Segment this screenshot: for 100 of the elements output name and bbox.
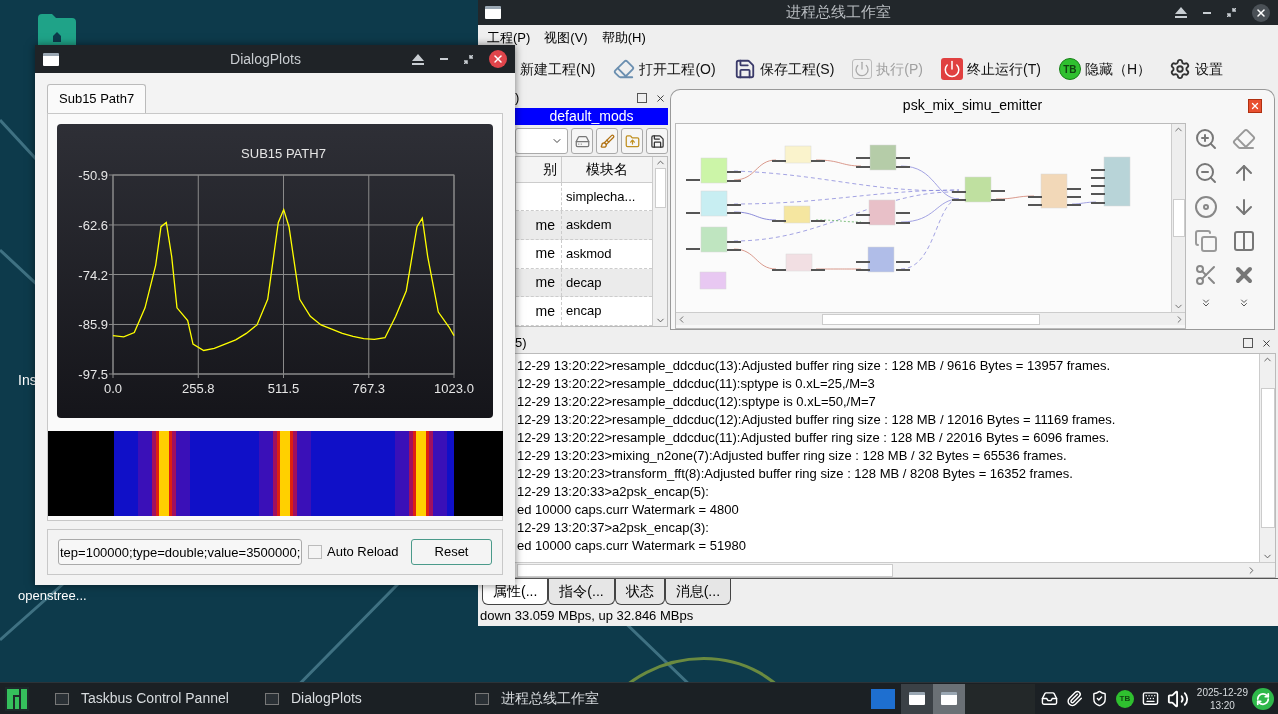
graph-node[interactable] bbox=[868, 199, 896, 226]
table-cell-text: askdem bbox=[565, 216, 613, 235]
graph-node[interactable] bbox=[700, 190, 728, 217]
columns-icon[interactable] bbox=[1232, 229, 1256, 253]
graph-node[interactable] bbox=[869, 144, 897, 171]
eject-icon[interactable] bbox=[412, 53, 424, 65]
chart-title: SUB15 PATH7 bbox=[241, 146, 326, 161]
y-tick-label: -62.6 bbox=[78, 217, 108, 233]
folder-icon[interactable] bbox=[38, 14, 76, 46]
dock-tab[interactable]: 指令(... bbox=[548, 579, 615, 605]
graph-node[interactable] bbox=[700, 226, 728, 253]
graph-node[interactable] bbox=[964, 176, 992, 203]
graph-node[interactable] bbox=[867, 246, 895, 273]
scrollbar-thumb[interactable] bbox=[1260, 388, 1275, 528]
window-title: DialogPlots bbox=[230, 49, 301, 69]
chevrons-down-icon[interactable] bbox=[1238, 297, 1250, 309]
log-line: 12-29 13:20:33>a2psk_encap(5): bbox=[517, 483, 710, 501]
graph-node[interactable] bbox=[784, 145, 812, 164]
horizontal-scrollbar[interactable] bbox=[676, 312, 1185, 325]
scrollbar-thumb[interactable] bbox=[821, 313, 1040, 325]
chevrons-down-icon[interactable] bbox=[1200, 297, 1212, 309]
vertical-scrollbar[interactable] bbox=[1171, 124, 1185, 312]
float-button[interactable] bbox=[1243, 337, 1253, 348]
shield-icon[interactable] bbox=[1090, 690, 1108, 707]
power-icon bbox=[852, 59, 873, 79]
reset-button[interactable]: Reset bbox=[411, 539, 492, 565]
close-icon[interactable] bbox=[655, 92, 666, 104]
inbox-icon[interactable] bbox=[1040, 690, 1058, 707]
toolbar-button[interactable]: 保存工程(S) bbox=[731, 53, 837, 85]
taskbar-item[interactable]: Taskbus Control Pannel bbox=[55, 688, 255, 709]
float-button[interactable] bbox=[637, 92, 647, 103]
close-icon[interactable] bbox=[1261, 337, 1272, 349]
desktop-icon-label[interactable]: openstree... bbox=[18, 586, 87, 606]
clock-date[interactable]: 2025-12-29 bbox=[1196, 685, 1248, 699]
library-item[interactable]: default_mods bbox=[515, 108, 668, 125]
workspace-button[interactable] bbox=[870, 688, 895, 709]
zoom-in-icon[interactable] bbox=[1194, 127, 1218, 151]
keyboard-icon[interactable] bbox=[1141, 690, 1159, 707]
tab[interactable]: Sub15 Path7 bbox=[47, 84, 147, 113]
toolbar-button[interactable]: 终止运行(T) bbox=[939, 53, 1043, 85]
toolbar-button[interactable]: 新建工程(N) bbox=[518, 53, 598, 85]
graph-node[interactable] bbox=[699, 271, 727, 290]
copy-icon[interactable] bbox=[1194, 229, 1218, 253]
checkbox[interactable] bbox=[308, 545, 322, 559]
vertical-scrollbar[interactable] bbox=[1259, 354, 1275, 562]
x-tick-label: 767.3 bbox=[352, 381, 386, 396]
update-button[interactable] bbox=[1252, 687, 1274, 710]
menu-logo[interactable] bbox=[5, 686, 29, 711]
toolbar-button[interactable]: TB 隐藏（H） bbox=[1056, 53, 1153, 85]
dock-tab[interactable]: 消息(... bbox=[664, 579, 732, 605]
checkbox-label[interactable]: Auto Reload bbox=[327, 542, 399, 562]
disc-icon[interactable] bbox=[1194, 195, 1218, 219]
y-tick-label: -50.9 bbox=[78, 168, 108, 183]
window-title: 进程总线工作室 bbox=[785, 2, 891, 23]
column-header[interactable]: 别 bbox=[516, 157, 562, 182]
library-dropdown[interactable] bbox=[515, 128, 568, 154]
tb-tray-icon[interactable]: TB bbox=[1115, 689, 1134, 708]
table-cell-text: askmod bbox=[565, 245, 613, 264]
vertical-scrollbar[interactable] bbox=[652, 157, 667, 326]
zoom-out-icon[interactable] bbox=[1194, 161, 1218, 185]
drive-icon bbox=[574, 133, 590, 149]
window-thumbnail[interactable] bbox=[900, 683, 933, 714]
scissors-icon[interactable] bbox=[1194, 263, 1218, 287]
minimize-button[interactable] bbox=[1203, 11, 1211, 14]
menu-item[interactable]: 工程(P) bbox=[487, 27, 531, 48]
table-cell-text: me bbox=[535, 244, 556, 264]
column-header[interactable]: 模块名 bbox=[562, 157, 652, 182]
clock-time[interactable]: 13:20 bbox=[1209, 698, 1235, 712]
toolbar-button[interactable]: 打开工程(O) bbox=[611, 53, 718, 85]
window-thumbnail[interactable] bbox=[932, 683, 965, 714]
window-icon[interactable] bbox=[43, 52, 59, 66]
restore-icon[interactable] bbox=[1227, 8, 1236, 17]
taskbar-item[interactable]: DialogPlots bbox=[265, 688, 465, 709]
restore-icon[interactable] bbox=[464, 54, 473, 64]
table-cell-text: simplecha... bbox=[565, 187, 637, 206]
taskbar-item[interactable]: 进程总线工作室 bbox=[475, 688, 675, 709]
eject-icon[interactable] bbox=[1175, 7, 1187, 18]
panel-tool-button[interactable] bbox=[646, 128, 668, 154]
gear-icon bbox=[1169, 58, 1191, 80]
connection-line bbox=[733, 248, 777, 270]
toolbar-button[interactable]: 设置 bbox=[1167, 53, 1225, 85]
document-tab[interactable]: psk_mix_simu_emitter bbox=[670, 89, 1275, 121]
log-line: 12-29 13:20:23>transform_fft(8):Adjusted buffer ring size : 128 MB / 8208 Bytes = 16352 frames. bbox=[517, 465, 1074, 483]
graph-node[interactable] bbox=[1103, 156, 1131, 207]
graph-node[interactable] bbox=[1040, 173, 1068, 209]
graph-node[interactable] bbox=[783, 205, 811, 224]
dock-tab[interactable]: 状态 bbox=[614, 579, 665, 605]
graph-node[interactable] bbox=[785, 253, 813, 272]
floppy-icon bbox=[649, 133, 665, 149]
paperclip-icon[interactable] bbox=[1065, 690, 1083, 707]
menu-item[interactable]: 帮助(H) bbox=[601, 27, 646, 48]
menu-item[interactable]: 视图(V) bbox=[544, 27, 588, 48]
table-cell-text: me bbox=[535, 301, 556, 321]
window-icon[interactable] bbox=[908, 692, 925, 705]
scrollbar-thumb[interactable] bbox=[1172, 199, 1185, 237]
graph-node[interactable] bbox=[700, 157, 728, 184]
scrollbar-thumb[interactable] bbox=[654, 168, 666, 208]
scrollbar-thumb[interactable] bbox=[517, 563, 893, 577]
eraser-icon[interactable] bbox=[1232, 127, 1256, 151]
parameter-field[interactable]: tep=100000;type=double;value=3500000; bbox=[58, 539, 302, 565]
